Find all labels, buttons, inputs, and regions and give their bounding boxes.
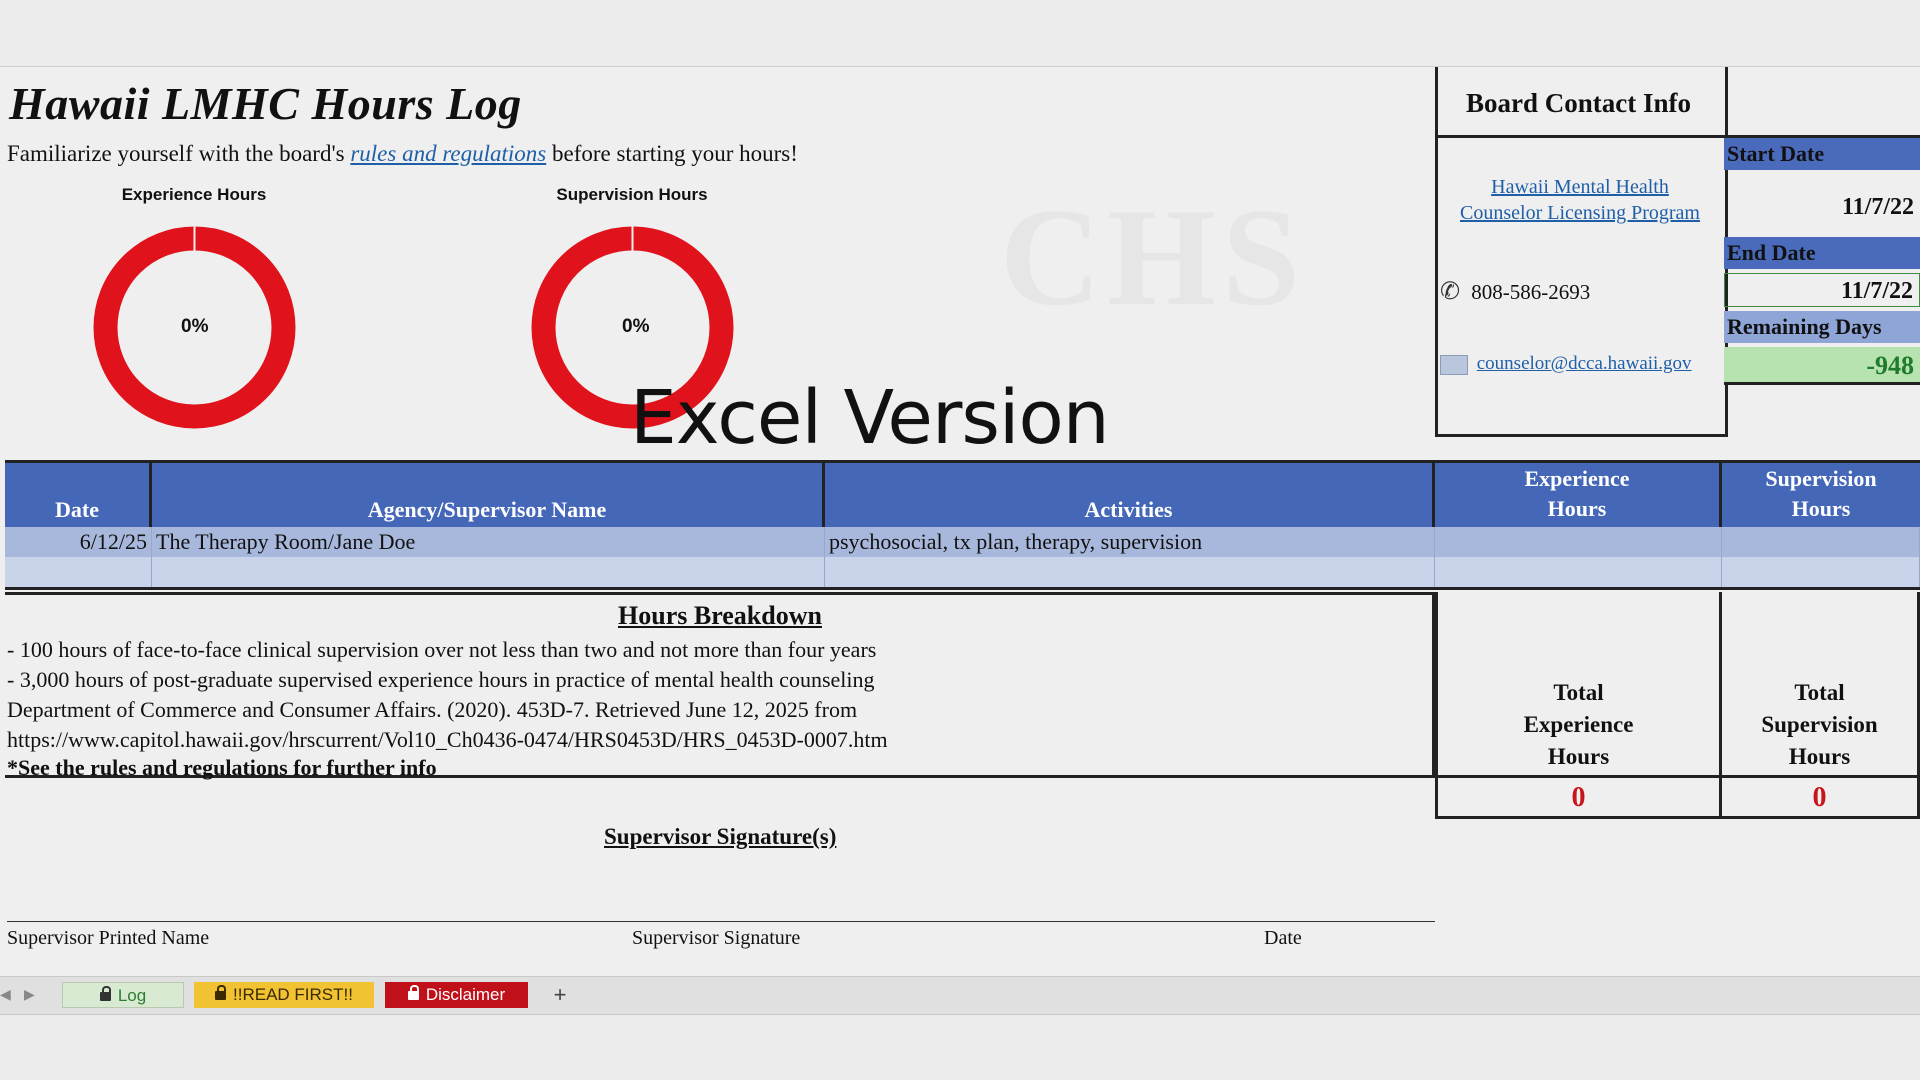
total-exp-l3: Hours [1547, 744, 1610, 769]
tab-disclaimer[interactable]: Disclaimer [385, 982, 528, 1008]
lock-icon [99, 986, 111, 1001]
experience-percent-label: 0% [181, 316, 209, 337]
lock-icon [407, 985, 419, 1000]
row-date-cell[interactable]: 6/12/25 [5, 527, 152, 557]
row-activities-cell[interactable]: psychosocial, tx plan, therapy, supervis… [825, 527, 1435, 557]
total-sup-l2: Supervision [1761, 712, 1878, 737]
header-supervision-hours: Supervision Hours [1722, 463, 1920, 527]
row-date-cell[interactable] [5, 557, 152, 587]
header-activities: Activities [825, 463, 1435, 527]
excel-version-overlay: Excel Version [630, 375, 1110, 461]
supervisor-printed-name-label: Supervisor Printed Name [7, 927, 210, 949]
total-experience-value: 0 [1435, 778, 1722, 819]
header-exp-line1: Experience [1524, 466, 1630, 491]
start-date-label: Start Date [1724, 138, 1920, 170]
email-link[interactable]: counselor@dcca.hawaii.gov [1477, 353, 1692, 374]
program-line-2[interactable]: Counselor Licensing Program [1445, 200, 1715, 226]
page-title: Hawaii LMHC Hours Log [9, 78, 522, 129]
email-row[interactable]: counselor@dcca.hawaii.gov [1440, 353, 1692, 375]
supervisor-signature-title: Supervisor Signature(s) [604, 824, 837, 849]
total-supervision-label-box: Total Supervision Hours [1722, 592, 1920, 778]
row-supervision-cell[interactable] [1722, 527, 1920, 557]
header-agency: Agency/Supervisor Name [152, 463, 825, 527]
total-exp-l2: Experience [1523, 712, 1634, 737]
breakdown-line-5: *See the rules and regulations for furth… [7, 755, 437, 780]
header-sup-line1: Supervision [1765, 466, 1877, 491]
row-agency-cell[interactable] [152, 557, 825, 587]
breakdown-line-1: - 100 hours of face-to-face clinical sup… [7, 637, 877, 662]
remaining-days-label: Remaining Days [1724, 311, 1920, 343]
header-date: Date [5, 463, 152, 527]
row-agency-cell[interactable]: The Therapy Room/Jane Doe [152, 527, 825, 557]
sheet-tab-bar: ◀ ▶ Log !!READ FIRST!! Disclaimer + [0, 976, 1920, 1015]
board-contact-heading: Board Contact Info [1435, 67, 1722, 138]
supervision-percent-label: 0% [622, 316, 650, 337]
row-supervision-cell[interactable] [1722, 557, 1920, 587]
log-table-header: Date Agency/Supervisor Name Activities E… [5, 460, 1920, 527]
intro-before: Familiarize yourself with the board's [7, 141, 345, 166]
table-row[interactable] [5, 557, 1920, 587]
total-experience-label-box: Total Experience Hours [1435, 592, 1722, 778]
envelope-icon [1440, 354, 1468, 375]
intro-after: before starting your hours! [552, 141, 798, 166]
hours-breakdown-title: Hours Breakdown [618, 601, 822, 630]
signature-line [7, 921, 1435, 922]
supervisor-signature-label: Supervisor Signature [632, 927, 801, 949]
scroll-right-icon[interactable]: ▶ [24, 986, 35, 1003]
table-row[interactable]: 6/12/25 The Therapy Room/Jane Doe psycho… [5, 527, 1920, 557]
end-date-label: End Date [1724, 237, 1920, 269]
row-activities-cell[interactable] [825, 557, 1435, 587]
row-experience-cell[interactable] [1435, 557, 1722, 587]
header-exp-line2: Hours [1547, 496, 1607, 521]
tab-log[interactable]: Log [62, 982, 184, 1008]
header-sup-line2: Hours [1791, 496, 1851, 521]
tab-log-label: Log [117, 986, 147, 1005]
total-sup-l3: Hours [1788, 744, 1851, 769]
total-supervision-value: 0 [1722, 778, 1920, 819]
licensing-program-link[interactable]: Hawaii Mental Health Counselor Licensing… [1445, 174, 1715, 226]
phone-row: ✆ 808-586-2693 [1440, 277, 1590, 306]
breakdown-line-2: - 3,000 hours of post-graduate supervise… [7, 667, 875, 692]
supervision-chart-title: Supervision Hours [556, 185, 708, 204]
end-date-value[interactable]: 11/7/22 [1724, 273, 1920, 307]
signature-date-label: Date [1264, 927, 1302, 949]
scroll-left-icon[interactable]: ◀ [0, 986, 11, 1003]
rules-link[interactable]: rules and regulations [350, 141, 546, 166]
phone-number: 808-586-2693 [1471, 280, 1591, 304]
total-exp-l1: Total [1553, 680, 1604, 705]
start-date-value[interactable]: 11/7/22 [1724, 190, 1920, 224]
header-experience-hours: Experience Hours [1435, 463, 1722, 527]
tab-read-first[interactable]: !!READ FIRST!! [194, 982, 374, 1008]
lock-icon [215, 985, 227, 1000]
table-divider [5, 587, 1920, 590]
remaining-days-value: -948 [1724, 347, 1920, 385]
tab-read-first-label: !!READ FIRST!! [233, 985, 353, 1004]
watermark-text: CHS [1000, 180, 1306, 335]
phone-icon: ✆ [1440, 279, 1461, 305]
add-sheet-button[interactable]: + [545, 982, 575, 1008]
breakdown-line-3: Department of Commerce and Consumer Affa… [7, 697, 858, 722]
tab-disclaimer-label: Disclaimer [425, 985, 506, 1004]
intro-text: Familiarize yourself with the board's ru… [7, 141, 798, 167]
row-experience-cell[interactable] [1435, 527, 1722, 557]
spreadsheet-sheet: Hawaii LMHC Hours Log Familiarize yourse… [0, 66, 1920, 977]
program-line-1[interactable]: Hawaii Mental Health [1445, 174, 1715, 200]
breakdown-line-4: https://www.capitol.hawaii.gov/hrscurren… [7, 727, 888, 752]
hours-breakdown-box: Hours Breakdown - 100 hours of face-to-f… [5, 592, 1435, 780]
dates-header-blank [1722, 67, 1920, 138]
total-sup-l1: Total [1794, 680, 1845, 705]
experience-chart-title: Experience Hours [121, 185, 267, 204]
